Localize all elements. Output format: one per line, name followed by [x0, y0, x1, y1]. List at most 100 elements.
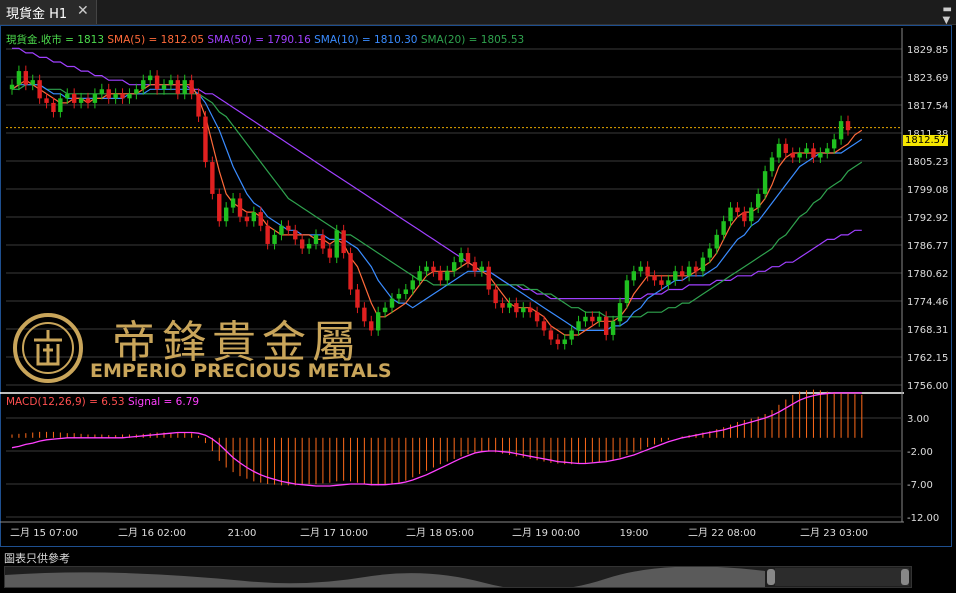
candle-body [721, 221, 726, 235]
candle-body [493, 289, 498, 304]
candle-body [576, 321, 581, 331]
candle-body [424, 266, 429, 272]
candle-body [431, 266, 436, 272]
candle-body [465, 253, 471, 263]
candle-body [838, 121, 844, 140]
candle-body [99, 89, 105, 94]
y-tick-label: 1792.92 [907, 213, 948, 224]
candle-body [534, 312, 540, 322]
candle-body [514, 303, 519, 313]
scroll-handle-right[interactable] [901, 569, 909, 585]
candle-body [790, 152, 795, 158]
legend-macd: MACD(12,26,9) = 6.53 [6, 396, 125, 408]
legend-sma10: SMA(10) = 1810.30 [314, 34, 418, 46]
candle-body [590, 316, 595, 322]
sma10-line [11, 84, 863, 331]
candle-body [313, 234, 319, 244]
y-tick-label: 1786.77 [907, 241, 948, 252]
candle-body [458, 253, 464, 263]
candle-body [320, 234, 326, 249]
candle-body [355, 289, 360, 308]
candle-body [486, 266, 491, 290]
macd-y-tick-label: -2.00 [907, 447, 933, 458]
candle-body [735, 207, 740, 213]
candle-body [728, 207, 733, 222]
candle-body [141, 80, 146, 90]
candle-body [555, 339, 561, 345]
candle-body [769, 157, 775, 172]
disclaimer-note: 圖表只供參考 [4, 552, 70, 565]
candle-body [783, 143, 789, 153]
y-tick-label: 1756.00 [907, 381, 948, 392]
candle-body [113, 93, 118, 99]
candle-body [58, 98, 63, 113]
y-tick-label: 1768.31 [907, 325, 948, 336]
candle-body [686, 266, 692, 276]
macd-y-tick-label: -12.00 [907, 513, 939, 524]
legend-close: 現貨金.收市 = 1813 [6, 34, 105, 46]
timeline-scrollbar[interactable] [4, 566, 912, 588]
candle-body [597, 316, 602, 322]
candle-body [845, 121, 851, 131]
sma5-line [11, 79, 863, 336]
macd-y-tick-label: -7.00 [907, 480, 933, 491]
candle-body [438, 271, 443, 281]
x-tick-label: 二月 15 07:00 [10, 527, 78, 539]
candle-body [500, 303, 505, 308]
candle-body [182, 80, 187, 94]
candle-body [610, 321, 616, 335]
legend-sma50: SMA(50) = 1790.16 [207, 34, 311, 46]
candle-body [120, 93, 125, 99]
candle-body [693, 266, 699, 272]
candle-body [507, 303, 512, 308]
candle-body [306, 243, 312, 249]
candle-body [147, 75, 153, 81]
candle-body [403, 289, 409, 295]
macd-legend: MACD(12,26,9) = 6.53 Signal = 6.79 [6, 396, 199, 408]
x-tick-label: 二月 19 00:00 [512, 527, 580, 539]
candle-body [23, 71, 29, 85]
candle-body [818, 152, 823, 158]
candle-body [37, 80, 42, 99]
candle-body [9, 84, 15, 90]
candle-body [472, 262, 478, 272]
candle-body [548, 330, 554, 340]
candle-body [389, 298, 395, 308]
candle-body [348, 253, 353, 290]
macd-y-tick-label: 3.00 [907, 414, 929, 425]
candle-body [521, 307, 526, 313]
candle-body [369, 321, 374, 331]
candle-body [327, 248, 333, 258]
candle-body [776, 143, 782, 158]
candle-body [286, 225, 291, 231]
candle-body [562, 339, 567, 345]
candle-body [279, 225, 284, 235]
candle-body [30, 80, 35, 85]
candle-body [154, 75, 160, 90]
candle-body [541, 321, 547, 331]
scroll-handle-left[interactable] [767, 569, 775, 585]
y-tick-label: 1799.08 [907, 185, 948, 196]
candle-body [755, 193, 761, 208]
sma20-line [12, 84, 863, 318]
legend-sma20: SMA(20) = 1805.53 [420, 34, 525, 46]
candle-body [203, 116, 208, 163]
candle-body [223, 207, 229, 222]
candle-body [527, 307, 533, 313]
candle-body [334, 230, 339, 258]
x-tick-label: 二月 17 10:00 [300, 527, 368, 539]
candle-body [624, 280, 630, 304]
y-tick-label: 1780.62 [907, 269, 948, 280]
candle-body [244, 216, 250, 222]
candle-body [127, 93, 132, 99]
chart-canvas[interactable]: 1829.851823.691817.541811.381805.231799.… [0, 0, 956, 593]
candle-body [237, 198, 243, 217]
legend-signal: Signal = 6.79 [127, 396, 200, 408]
candle-body [134, 89, 139, 94]
x-tick-label: 二月 16 02:00 [118, 527, 186, 539]
candle-body [168, 80, 174, 85]
candle-body [299, 239, 305, 249]
candle-body [106, 89, 111, 99]
logo-english-name: EMPERIO PRECIOUS METALS [90, 360, 392, 382]
current-price-tag: 1812.57 [903, 135, 949, 146]
